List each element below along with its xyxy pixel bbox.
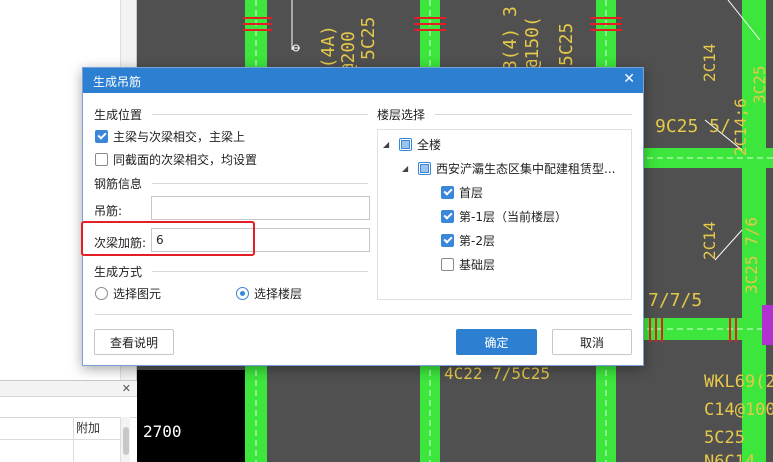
section-label-rebar: 钢筋信息 bbox=[94, 177, 143, 191]
section-label-position: 生成位置 bbox=[94, 108, 143, 122]
column-header-extra: 附加 bbox=[76, 421, 101, 435]
checkbox-unchecked-icon[interactable] bbox=[95, 153, 108, 166]
option-same-section[interactable]: 同截面的次梁相交，均设置 bbox=[95, 151, 257, 168]
cad-label: 2C14 bbox=[700, 43, 719, 82]
radio-unselected-icon[interactable] bbox=[95, 287, 108, 300]
checkbox-checked-icon[interactable] bbox=[441, 186, 454, 199]
checkbox-partial-icon[interactable] bbox=[418, 162, 431, 175]
cancel-button[interactable]: 取消 bbox=[552, 329, 632, 355]
cad-label: 5C25 bbox=[556, 22, 577, 66]
cad-label: 5C25 bbox=[704, 428, 745, 448]
section-divider bbox=[435, 114, 632, 115]
expand-arrow-icon[interactable]: ◢ bbox=[383, 140, 393, 149]
close-icon[interactable]: ✕ bbox=[623, 71, 635, 87]
tree-item-label: 第-1层（当前楼层） bbox=[459, 210, 567, 224]
cad-label: 2C14;6 bbox=[731, 98, 750, 156]
checkbox-checked-icon[interactable] bbox=[95, 130, 108, 143]
cad-label: WKL69(2 bbox=[704, 372, 773, 392]
help-button[interactable]: 查看说明 bbox=[94, 329, 174, 355]
button-divider bbox=[95, 314, 632, 315]
radio-select-element[interactable]: 选择图元 bbox=[95, 285, 161, 302]
section-divider bbox=[152, 271, 368, 272]
option-same-section-label: 同截面的次梁相交，均设置 bbox=[113, 153, 258, 167]
close-icon[interactable]: ✕ bbox=[122, 382, 131, 395]
cad-dimension-label: 2700 bbox=[143, 422, 182, 441]
cad-label: 3C25 bbox=[750, 65, 769, 104]
scrollbar-thumb[interactable] bbox=[123, 427, 129, 455]
properties-scrollbar[interactable] bbox=[120, 417, 130, 462]
expand-arrow-icon[interactable]: ◢ bbox=[402, 164, 412, 173]
checkbox-checked-icon[interactable] bbox=[441, 234, 454, 247]
cad-label: 9C25 5/ bbox=[655, 116, 731, 137]
cad-label: 5C25 bbox=[358, 16, 379, 60]
cad-label: 2C14 bbox=[700, 221, 719, 260]
tree-item-label: 基础层 bbox=[459, 258, 496, 272]
option-main-beam-label: 主梁与次梁相交，主梁上 bbox=[113, 130, 246, 144]
tree-item-floor-minus1[interactable]: 第-1层（当前楼层） bbox=[441, 208, 567, 225]
tree-item-label: 西安浐灞生态区集中配建租赁型... bbox=[436, 162, 616, 176]
cad-label: N6C14 bbox=[704, 452, 756, 462]
dialog-titlebar[interactable]: 生成吊筋 ✕ bbox=[83, 68, 643, 93]
checkbox-unchecked-icon[interactable] bbox=[441, 258, 454, 271]
section-label-mode: 生成方式 bbox=[94, 265, 143, 279]
tree-item-label: 首层 bbox=[459, 186, 484, 200]
section-divider bbox=[152, 114, 368, 115]
ok-button[interactable]: 确定 bbox=[456, 329, 537, 355]
grid-divider bbox=[0, 439, 120, 440]
hanger-input[interactable] bbox=[151, 196, 370, 220]
tree-item-project[interactable]: ◢ 西安浐灞生态区集中配建租赁型... bbox=[402, 160, 615, 177]
radio-select-floor[interactable]: 选择楼层 bbox=[236, 285, 302, 302]
highlight-box bbox=[81, 221, 255, 256]
tree-item-label: 全楼 bbox=[417, 138, 442, 152]
cad-label: C14@100/ bbox=[704, 400, 773, 420]
tree-item-label: 第-2层 bbox=[459, 234, 495, 248]
properties-panel-header: ✕ bbox=[0, 381, 137, 397]
dialog-title: 生成吊筋 bbox=[93, 75, 142, 89]
radio-selected-icon[interactable] bbox=[236, 287, 249, 300]
checkbox-checked-icon[interactable] bbox=[441, 210, 454, 223]
checkbox-partial-icon[interactable] bbox=[399, 138, 412, 151]
hanger-label: 吊筋: bbox=[94, 204, 123, 218]
tree-item-floor-minus2[interactable]: 第-2层 bbox=[441, 232, 495, 249]
properties-panel: ✕ 附加 bbox=[0, 380, 137, 462]
cad-label: 4C22 7/5C25 bbox=[444, 364, 550, 383]
radio-select-element-label: 选择图元 bbox=[113, 287, 162, 301]
tree-item-whole-building[interactable]: ◢ 全楼 bbox=[383, 136, 441, 153]
tree-item-floor-1[interactable]: 首层 bbox=[441, 184, 483, 201]
radio-select-floor-label: 选择楼层 bbox=[254, 287, 303, 301]
section-label-floor: 楼层选择 bbox=[377, 108, 426, 122]
section-divider bbox=[152, 183, 368, 184]
cad-label: 7/7/5 bbox=[648, 290, 703, 311]
option-main-beam[interactable]: 主梁与次梁相交，主梁上 bbox=[95, 128, 245, 145]
cad-label: 3C25 7/6 bbox=[742, 216, 761, 294]
tree-item-foundation[interactable]: 基础层 bbox=[441, 256, 495, 273]
